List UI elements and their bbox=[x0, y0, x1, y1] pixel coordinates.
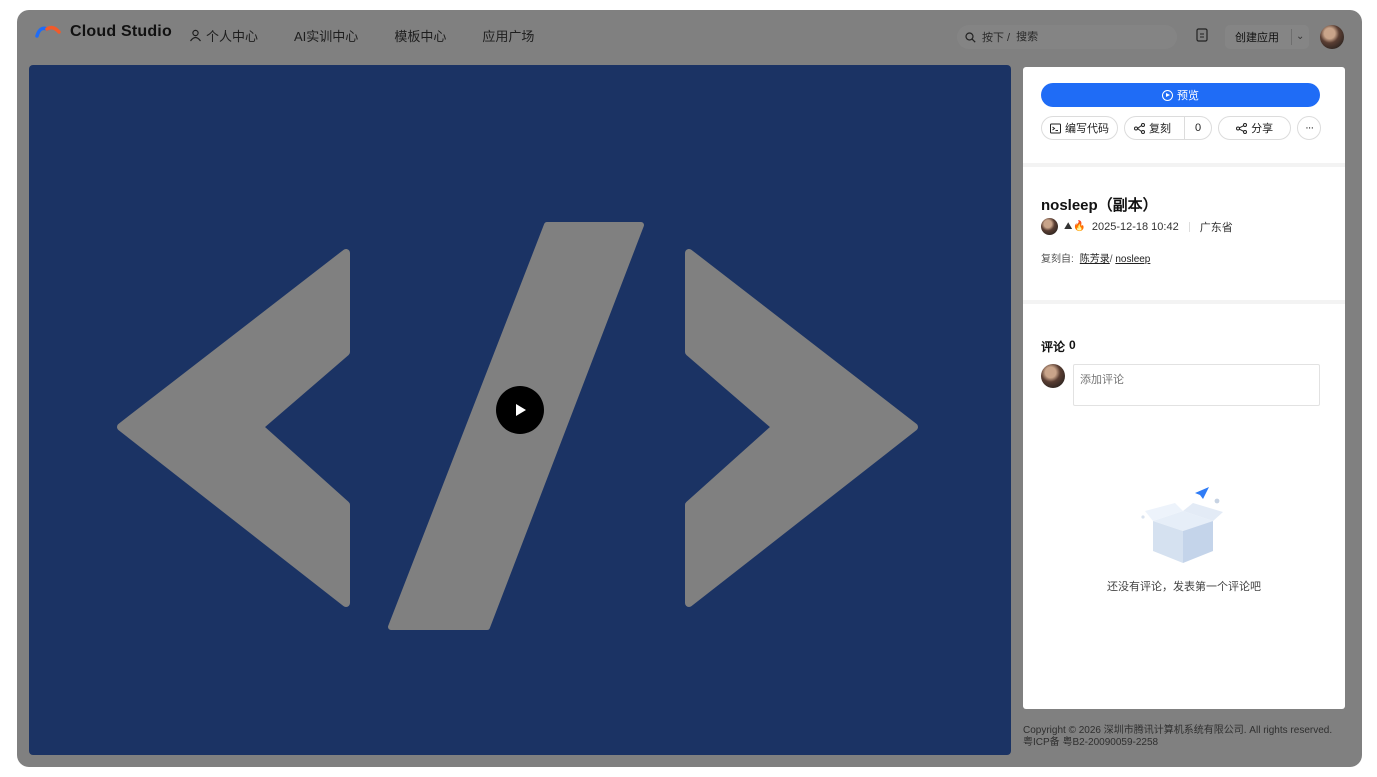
main-nav: 个人中心 AI实训中心 模板中心 应用广场 bbox=[189, 26, 534, 45]
forked-from: 复刻自: 陈芳录/ nosleep bbox=[1041, 250, 1150, 265]
author-avatar[interactable] bbox=[1041, 218, 1058, 235]
search-bar[interactable]: 按下 / bbox=[957, 25, 1177, 49]
document-icon[interactable] bbox=[1195, 27, 1209, 43]
nav-item-personal-center[interactable]: 个人中心 bbox=[189, 26, 258, 45]
comments-count: 0 bbox=[1069, 338, 1076, 352]
app-name: Cloud Studio bbox=[70, 23, 172, 40]
nav-item-label: 个人中心 bbox=[206, 29, 259, 44]
play-icon bbox=[516, 404, 526, 416]
app-preview[interactable] bbox=[29, 65, 1011, 755]
nav-item-label: 模板中心 bbox=[394, 29, 447, 44]
fork-count: 0 bbox=[1184, 117, 1211, 139]
search-input[interactable] bbox=[1016, 31, 1167, 43]
project-meta: ⛰ 🔥 2025-12-18 10:42 广东省 bbox=[1041, 218, 1233, 235]
project-location: 广东省 bbox=[1199, 221, 1233, 234]
play-button[interactable] bbox=[496, 386, 544, 434]
action-row: 编写代码 复刻 0 分享 ··· bbox=[1041, 116, 1322, 140]
user-badges: ⛰ 🔥 bbox=[1064, 221, 1086, 232]
comments-heading: 评论 0 bbox=[1041, 338, 1076, 355]
preview-button[interactable]: 预览 bbox=[1041, 83, 1320, 107]
nav-item-label: 应用广场 bbox=[482, 29, 535, 44]
nav-item-ai-training[interactable]: AI实训中心 bbox=[294, 26, 358, 45]
logo[interactable]: Cloud Studio bbox=[34, 23, 172, 41]
write-code-label: 编写代码 bbox=[1065, 123, 1109, 135]
copyright-text: Copyright © 2026 深圳市腾讯计算机系统有限公司. All rig… bbox=[1023, 725, 1333, 736]
project-title: nosleep（副本） bbox=[1041, 197, 1158, 214]
footer: Copyright © 2026 深圳市腾讯计算机系统有限公司. All rig… bbox=[1023, 725, 1332, 749]
create-app-label: 创建应用 bbox=[1235, 32, 1279, 44]
fork-button[interactable]: 复刻 0 bbox=[1124, 116, 1213, 140]
nav-item-app-square[interactable]: 应用广场 bbox=[482, 26, 534, 45]
nav-item-templates[interactable]: 模板中心 bbox=[394, 26, 446, 45]
section-divider bbox=[1023, 300, 1345, 304]
fork-label: 复刻 bbox=[1149, 123, 1171, 135]
project-sidebar: 预览 编写代码 复刻 0 分享 ··· nosleep（副本） ⛰ 🔥 2025… bbox=[1023, 67, 1345, 709]
chevron-down-icon[interactable]: ⌄ bbox=[1296, 31, 1304, 42]
preview-button-label: 预览 bbox=[1177, 90, 1199, 102]
more-options-button[interactable]: ··· bbox=[1297, 116, 1322, 140]
more-icon: ··· bbox=[1305, 122, 1314, 134]
write-code-button[interactable]: 编写代码 bbox=[1041, 116, 1118, 140]
user-avatar[interactable] bbox=[1320, 25, 1344, 49]
fork-action[interactable]: 复刻 bbox=[1125, 117, 1180, 139]
nav-item-label: AI实训中心 bbox=[294, 29, 359, 44]
divider bbox=[1291, 29, 1292, 45]
section-divider bbox=[1023, 163, 1345, 167]
path-separator: / bbox=[1109, 254, 1113, 265]
empty-comments-message: 还没有评论，发表第一个评论吧 bbox=[1107, 581, 1261, 593]
forked-from-label: 复刻自: bbox=[1041, 254, 1074, 265]
mountain-badge-icon: ⛰ bbox=[1064, 221, 1073, 232]
share-label: 分享 bbox=[1251, 123, 1274, 135]
user-icon bbox=[190, 29, 201, 42]
app-shell: Cloud Studio 个人中心 AI实训中心 模板中心 应用广场 按下 / … bbox=[17, 10, 1362, 767]
terminal-icon bbox=[1050, 123, 1061, 133]
share-icon bbox=[1236, 122, 1248, 134]
forked-from-author-link[interactable]: 陈芳录 bbox=[1080, 254, 1110, 265]
search-shortcut-hint: 按下 / bbox=[982, 32, 1011, 44]
fire-badge-icon: 🔥 bbox=[1073, 221, 1086, 232]
empty-box-icon bbox=[1141, 487, 1223, 563]
search-icon bbox=[965, 31, 976, 43]
share-button[interactable]: 分享 bbox=[1218, 116, 1292, 140]
comments-title: 评论 bbox=[1041, 340, 1066, 354]
icp-text[interactable]: 粤ICP备 粤B2-20090059-2258 bbox=[1023, 737, 1332, 749]
fork-icon bbox=[1134, 122, 1145, 134]
play-circle-icon bbox=[1162, 89, 1173, 101]
comment-input[interactable] bbox=[1073, 364, 1320, 406]
project-date: 2025-12-18 10:42 bbox=[1091, 220, 1179, 233]
current-user-avatar bbox=[1041, 364, 1065, 388]
divider bbox=[1188, 221, 1190, 232]
cloud-studio-logo-icon bbox=[35, 25, 61, 38]
create-app-button[interactable]: 创建应用 ⌄ bbox=[1225, 25, 1309, 49]
forked-from-project-link[interactable]: nosleep bbox=[1115, 254, 1150, 265]
top-header: Cloud Studio 个人中心 AI实训中心 模板中心 应用广场 按下 / … bbox=[17, 10, 1362, 60]
